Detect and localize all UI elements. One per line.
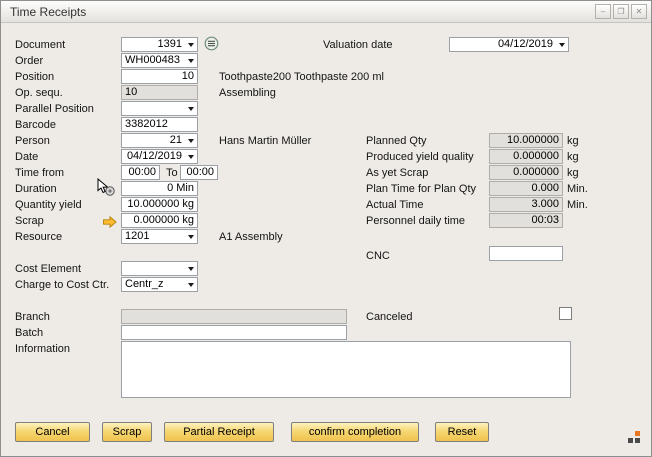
valuation-date-combo[interactable]: 04/12/2019 [449,37,569,52]
maximize-icon: ❐ [617,7,624,16]
cnc-field[interactable] [489,246,563,261]
branch-label: Branch [15,310,50,324]
time-from-label: Time from [15,166,64,180]
reset-button[interactable]: Reset [435,422,489,442]
person-label: Person [15,134,50,148]
order-label: Order [15,54,43,68]
cost-element-combo[interactable] [121,261,198,276]
mouse-cursor-icon [97,178,116,202]
maximize-button[interactable]: ❐ [613,4,629,19]
document-details-icon[interactable] [204,36,219,56]
personnel-daily-time-label: Personnel daily time [366,214,465,228]
window-controls: – ❐ ✕ [595,4,647,19]
parallel-position-combo[interactable] [121,101,198,116]
information-textarea[interactable] [121,341,571,398]
quantity-yield-label: Quantity yield [15,198,82,212]
personnel-daily-time-field: 00:03 [489,213,563,228]
document-label: Document [15,38,65,52]
date-label: Date [15,150,38,164]
cancel-button[interactable]: Cancel [15,422,90,442]
minimize-button[interactable]: – [595,4,611,19]
close-icon: ✕ [636,7,643,16]
scrap-field[interactable]: 0.000000 kg [121,213,198,228]
person-combo[interactable]: 21 [121,133,198,148]
planned-qty-field: 10.000000 [489,133,563,148]
charge-to-cost-ctr-label: Charge to Cost Ctr. [15,278,109,292]
cnc-label: CNC [366,249,390,263]
batch-label: Batch [15,326,43,340]
partial-receipt-button[interactable]: Partial Receipt [164,422,274,442]
batch-field[interactable] [121,325,347,340]
time-to-label: To [166,166,178,180]
plan-time-unit: Min. [567,182,588,196]
time-receipts-window: Time Receipts – ❐ ✕ Document 1391 Valuat… [0,0,652,457]
scrap-button[interactable]: Scrap [102,422,152,442]
quantity-yield-field[interactable]: 10.000000 kg [121,197,198,212]
plan-time-label: Plan Time for Plan Qty [366,182,476,196]
as-yet-scrap-field: 0.000000 [489,165,563,180]
plan-time-field: 0.000 [489,181,563,196]
confirm-completion-button[interactable]: confirm completion [291,422,419,442]
document-combo[interactable]: 1391 [121,37,198,52]
minimize-icon: – [601,7,605,16]
valuation-date-label: Valuation date [323,38,393,52]
actual-time-label: Actual Time [366,198,423,212]
branch-field [121,309,347,324]
op-sequ-label: Op. sequ. [15,86,63,100]
window-title: Time Receipts [10,5,86,19]
duration-field[interactable]: 0 Min [121,181,198,196]
position-description: Toothpaste200 Toothpaste 200 ml [219,70,384,84]
op-sequ-field: 10 [121,85,198,100]
barcode-field[interactable]: 3382012 [121,117,198,132]
duration-label: Duration [15,182,57,196]
canceled-label: Canceled [366,310,412,324]
time-from-field[interactable]: 00:00 [121,165,160,180]
person-description: Hans Martin Müller [219,134,311,148]
date-combo[interactable]: 04/12/2019 [121,149,198,164]
produced-yield-quality-label: Produced yield quality [366,150,474,164]
order-combo[interactable]: WH000483 [121,53,198,68]
position-field[interactable]: 10 [121,69,198,84]
information-label: Information [15,342,70,356]
canceled-checkbox[interactable] [559,307,572,320]
barcode-label: Barcode [15,118,56,132]
link-arrow-icon[interactable] [103,215,117,233]
time-to-field[interactable]: 00:00 [180,165,218,180]
resource-description: A1 Assembly [219,230,283,244]
actual-time-field: 3.000 [489,197,563,212]
op-sequ-description: Assembling [219,86,276,100]
scrap-label: Scrap [15,214,44,228]
as-yet-scrap-unit: kg [567,166,579,180]
planned-qty-unit: kg [567,134,579,148]
cost-element-label: Cost Element [15,262,81,276]
planned-qty-label: Planned Qty [366,134,427,148]
produced-yield-quality-unit: kg [567,150,579,164]
position-label: Position [15,70,54,84]
produced-yield-quality-field: 0.000000 [489,149,563,164]
resize-grip-icon[interactable] [627,430,641,449]
parallel-position-label: Parallel Position [15,102,94,116]
resource-combo[interactable]: 1201 [121,229,198,244]
resource-label: Resource [15,230,62,244]
as-yet-scrap-label: As yet Scrap [366,166,428,180]
close-button[interactable]: ✕ [631,4,647,19]
actual-time-unit: Min. [567,198,588,212]
charge-to-cost-ctr-combo[interactable]: Centr_z [121,277,198,292]
title-bar[interactable]: Time Receipts – ❐ ✕ [1,1,651,23]
